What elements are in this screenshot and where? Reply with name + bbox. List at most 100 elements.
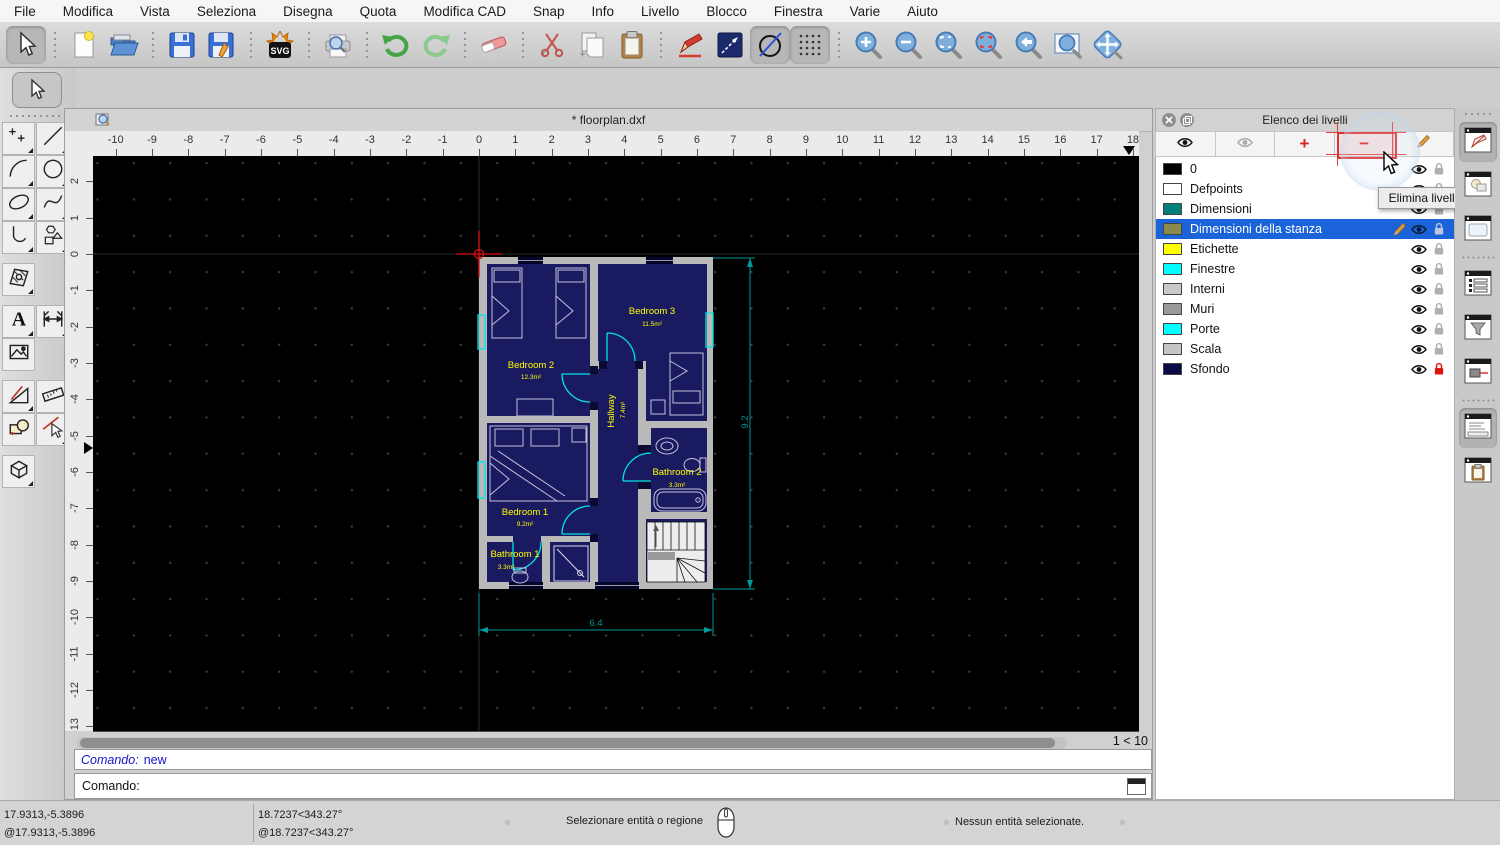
selection-filter-dock-button[interactable] bbox=[1459, 309, 1497, 349]
layer-lock-icon[interactable] bbox=[1429, 162, 1449, 176]
menu-info[interactable]: Info bbox=[592, 4, 615, 19]
menu-snap[interactable]: Snap bbox=[533, 4, 565, 19]
open-file-button[interactable] bbox=[104, 26, 144, 64]
menu-modifica[interactable]: Modifica bbox=[63, 4, 113, 19]
layer-visibility-icon[interactable] bbox=[1409, 324, 1429, 335]
save-file-button[interactable] bbox=[162, 26, 202, 64]
close-panel-button[interactable] bbox=[1162, 113, 1176, 127]
layer-lock-icon[interactable] bbox=[1429, 242, 1449, 256]
menu-file[interactable]: File bbox=[14, 4, 36, 19]
select-arrow-button[interactable] bbox=[6, 25, 46, 64]
menu-seleziona[interactable]: Seleziona bbox=[197, 4, 256, 19]
tool-text-button[interactable]: A bbox=[2, 305, 35, 338]
menu-aiuto[interactable]: Aiuto bbox=[907, 4, 938, 19]
hide-all-layers-button[interactable] bbox=[1214, 131, 1276, 157]
layer-row-sfondo[interactable]: Sfondo bbox=[1156, 359, 1454, 379]
pen-palette-dock-button[interactable] bbox=[1459, 353, 1497, 393]
tool-modify-button[interactable] bbox=[2, 380, 35, 413]
palette-drag-handle[interactable] bbox=[8, 114, 68, 118]
layer-visibility-icon[interactable] bbox=[1409, 304, 1429, 315]
layer-visibility-icon[interactable] bbox=[1409, 344, 1429, 355]
eraser-button[interactable] bbox=[474, 26, 514, 64]
layer-row-porte[interactable]: Porte bbox=[1156, 319, 1454, 339]
command-widget-dock-button[interactable] bbox=[1458, 408, 1497, 448]
library-browser-dock-button[interactable] bbox=[1459, 210, 1497, 250]
draw-pen-button[interactable] bbox=[670, 26, 710, 64]
menu-disegna[interactable]: Disegna bbox=[283, 4, 333, 19]
redo-button[interactable] bbox=[416, 26, 456, 64]
layer-row-muri[interactable]: Muri bbox=[1156, 299, 1454, 319]
cut-button[interactable] bbox=[532, 26, 572, 64]
menu-finestra[interactable]: Finestra bbox=[774, 4, 823, 19]
layer-row-etichette[interactable]: Etichette bbox=[1156, 239, 1454, 259]
dock-drag-handle[interactable] bbox=[1462, 112, 1493, 116]
layer-visibility-icon[interactable] bbox=[1409, 224, 1429, 235]
layer-lock-icon[interactable] bbox=[1429, 322, 1449, 336]
vruler-label: -1 bbox=[69, 285, 81, 296]
property-editor-dock-button[interactable] bbox=[1458, 122, 1497, 162]
layer-visibility-icon[interactable] bbox=[1409, 264, 1429, 275]
scrollbar-thumb[interactable] bbox=[80, 738, 1055, 748]
tool-polyline-button[interactable] bbox=[2, 221, 35, 254]
show-all-layers-button[interactable] bbox=[1155, 131, 1216, 157]
drawing-window-titlebar[interactable]: * floorplan.dxf bbox=[65, 109, 1152, 132]
tool-hatch-button[interactable] bbox=[2, 263, 35, 296]
layer-row-interni[interactable]: Interni bbox=[1156, 279, 1454, 299]
circle-tool-button[interactable] bbox=[750, 25, 790, 64]
tool-solid-button[interactable] bbox=[2, 455, 35, 488]
layer-lock-icon[interactable] bbox=[1429, 302, 1449, 316]
tool-image-button[interactable] bbox=[2, 338, 35, 371]
zoom-pan-button[interactable] bbox=[1088, 26, 1128, 64]
zoom-auto-button[interactable] bbox=[928, 26, 968, 64]
layer-lock-icon[interactable] bbox=[1429, 262, 1449, 276]
horizontal-scrollbar[interactable] bbox=[77, 737, 1067, 749]
layer-row-scala[interactable]: Scala bbox=[1156, 339, 1454, 359]
layer-lock-icon[interactable] bbox=[1429, 282, 1449, 296]
svg-export-icon: SVG bbox=[265, 29, 295, 61]
paste-button[interactable] bbox=[612, 26, 652, 64]
svg-export-button[interactable]: SVG bbox=[260, 26, 300, 64]
layer-row-dimensioni-della-stanza[interactable]: Dimensioni della stanza bbox=[1156, 219, 1454, 239]
line-tool-button[interactable] bbox=[710, 26, 750, 64]
layer-visibility-icon[interactable] bbox=[1409, 244, 1429, 255]
zoom-out-button[interactable] bbox=[888, 26, 928, 64]
tool-blocks-button[interactable] bbox=[2, 413, 35, 446]
float-panel-button[interactable] bbox=[1180, 113, 1194, 127]
hruler-label: 13 bbox=[945, 134, 958, 146]
clipboard-panel-dock-button[interactable] bbox=[1459, 452, 1497, 492]
menu-livello[interactable]: Livello bbox=[641, 4, 679, 19]
layer-lock-icon[interactable] bbox=[1429, 342, 1449, 356]
copy-button[interactable] bbox=[572, 26, 612, 64]
menu-varie[interactable]: Varie bbox=[850, 4, 881, 19]
layer-row-finestre[interactable]: Finestre bbox=[1156, 259, 1454, 279]
tool-ellipse-button[interactable] bbox=[2, 188, 35, 221]
edit-layer-icon[interactable] bbox=[1389, 222, 1409, 237]
menu-vista[interactable]: Vista bbox=[140, 4, 170, 19]
layer-row-0[interactable]: 0 bbox=[1156, 159, 1454, 179]
tool-points-button[interactable] bbox=[2, 122, 35, 155]
layer-lock-icon[interactable] bbox=[1429, 222, 1449, 236]
menu-modifica-cad[interactable]: Modifica CAD bbox=[423, 4, 506, 19]
menu-blocco[interactable]: Blocco bbox=[706, 4, 747, 19]
new-file-button[interactable] bbox=[64, 26, 104, 64]
save-as-button[interactable] bbox=[202, 26, 242, 64]
layer-visibility-icon[interactable] bbox=[1409, 284, 1429, 295]
layer-lock-icon[interactable] bbox=[1429, 362, 1449, 376]
grid-toggle-button[interactable] bbox=[790, 25, 830, 64]
command-input[interactable] bbox=[147, 778, 1122, 794]
zoom-window-button[interactable] bbox=[1048, 26, 1088, 64]
drawing-canvas[interactable]: Bedroom 2 12.3m² Bedroom 3 11.5m² Bedroo… bbox=[93, 156, 1139, 732]
entity-list-dock-button[interactable] bbox=[1459, 265, 1497, 305]
tool-arc-button[interactable] bbox=[2, 155, 35, 188]
undo-button[interactable] bbox=[376, 26, 416, 64]
layer-visibility-icon[interactable] bbox=[1409, 164, 1429, 175]
command-dock-toggle-icon[interactable] bbox=[1127, 777, 1146, 795]
zoom-in-button[interactable] bbox=[848, 26, 888, 64]
layer-visibility-icon[interactable] bbox=[1409, 364, 1429, 375]
zoom-previous-button[interactable] bbox=[1008, 26, 1048, 64]
zoom-selection-button[interactable] bbox=[968, 26, 1008, 64]
select-tool-button[interactable] bbox=[12, 72, 62, 108]
block-list-dock-button[interactable] bbox=[1459, 166, 1497, 206]
print-preview-button[interactable] bbox=[318, 26, 358, 64]
menu-quota[interactable]: Quota bbox=[360, 4, 397, 19]
